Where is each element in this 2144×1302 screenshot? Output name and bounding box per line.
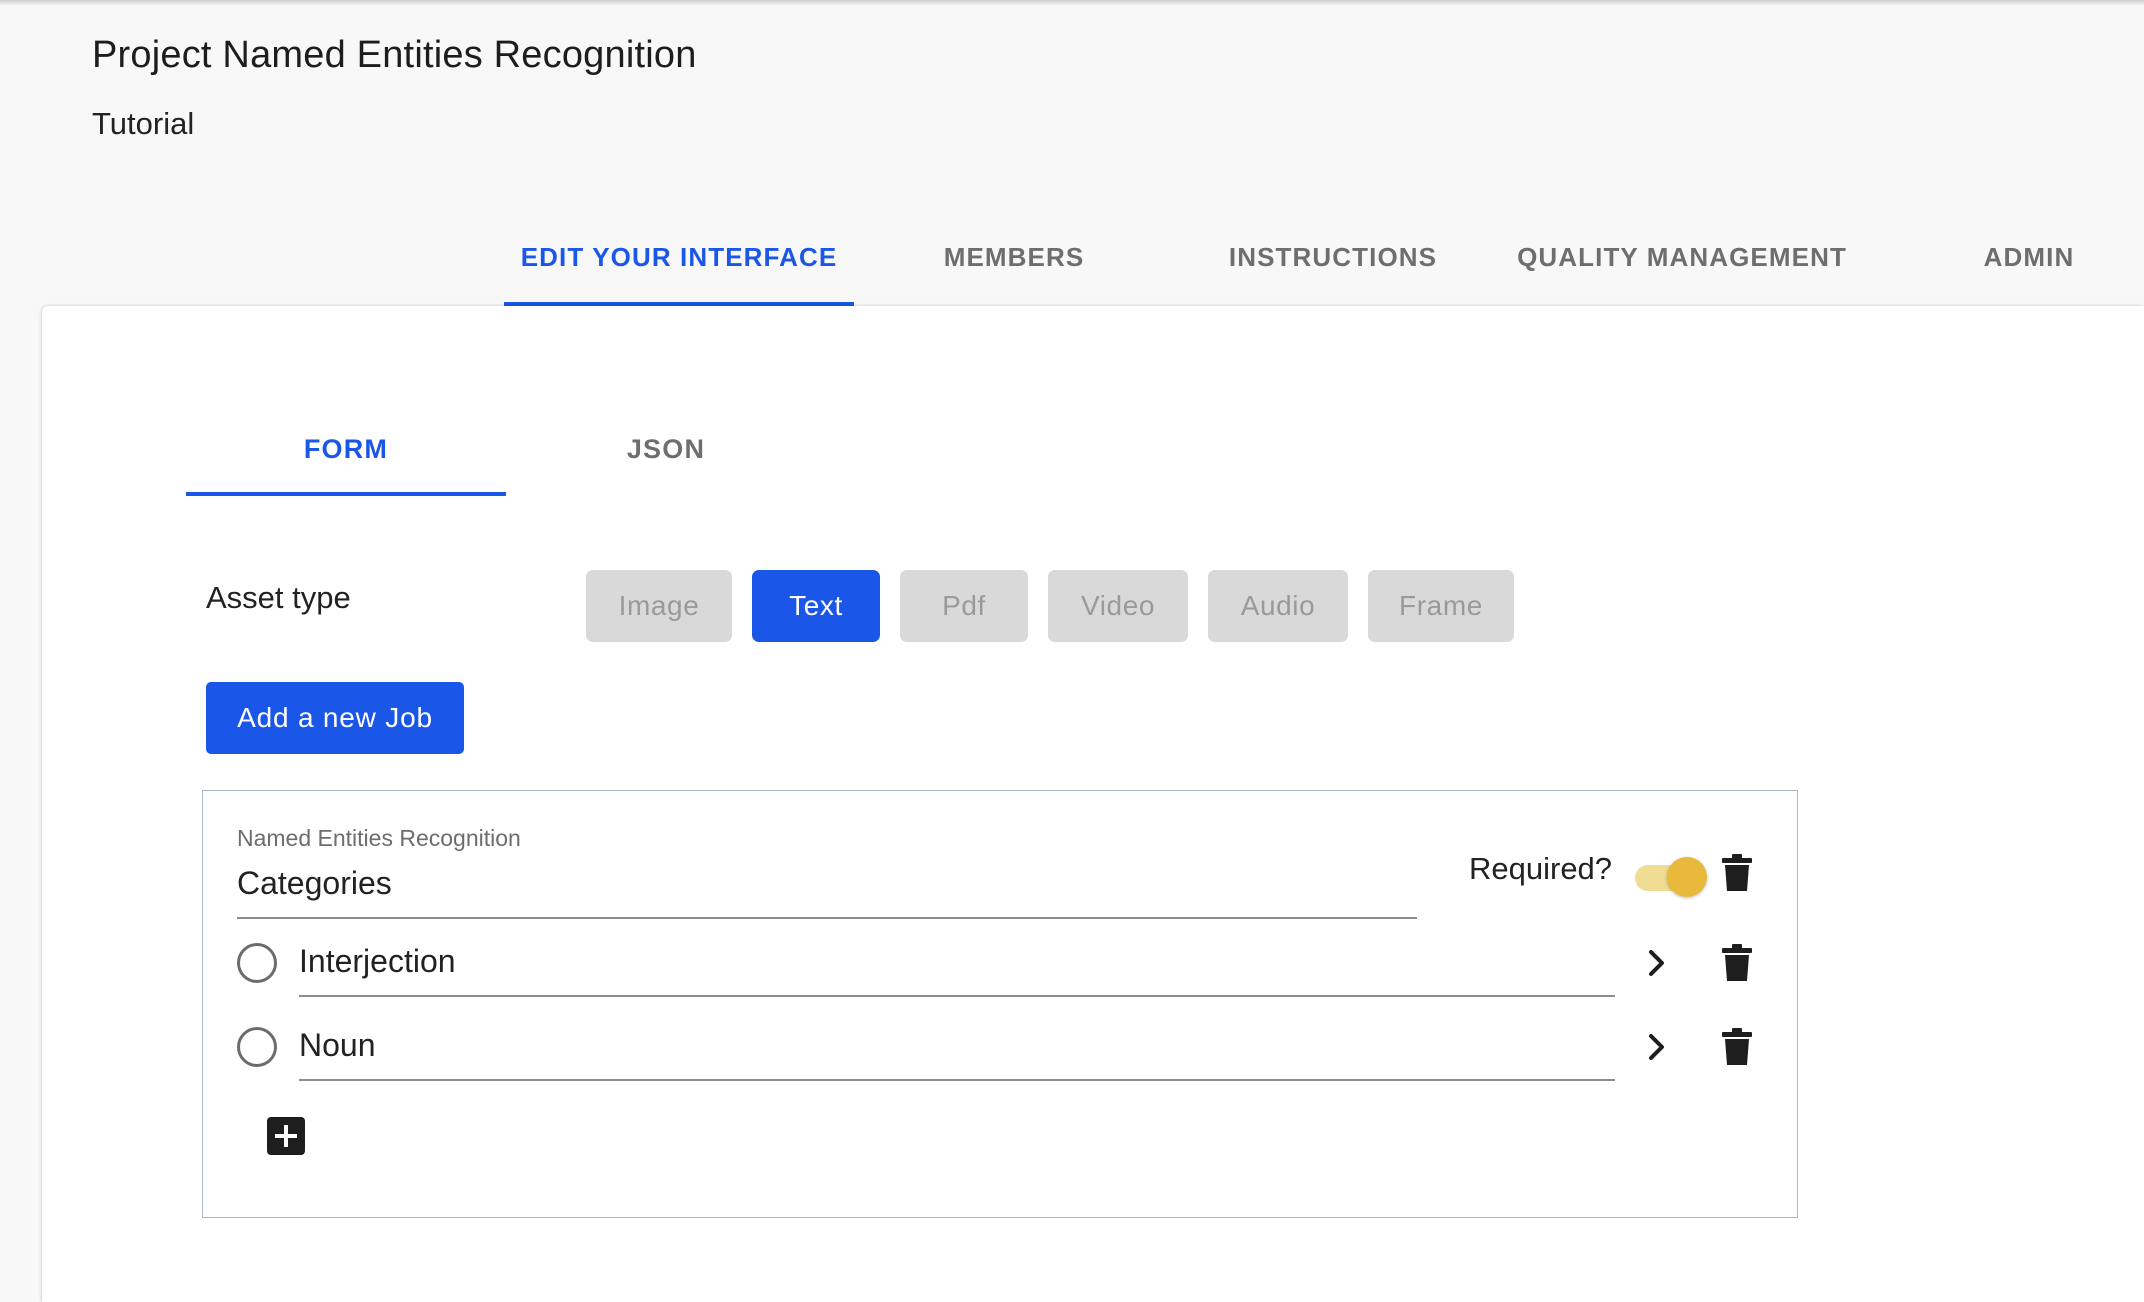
tab-quality-management[interactable]: QUALITY MANAGEMENT: [1500, 228, 1864, 306]
trash-icon: [1722, 944, 1752, 981]
main-tabs: EDIT YOUR INTERFACE MEMBERS INSTRUCTIONS…: [0, 228, 2144, 306]
plus-square-icon: [267, 1117, 305, 1155]
chevron-right-icon: [1649, 1034, 1664, 1060]
radio-unchecked-icon[interactable]: [237, 943, 277, 983]
add-category-button[interactable]: [267, 1117, 305, 1155]
asset-type-text-button[interactable]: Text: [752, 570, 880, 642]
asset-type-label: Asset type: [206, 580, 351, 615]
category-row: Noun: [237, 1015, 1767, 1081]
category-underline: [299, 1079, 1615, 1081]
category-label[interactable]: Noun: [299, 1027, 376, 1064]
tab-admin[interactable]: ADMIN: [1940, 228, 2118, 306]
chevron-right-icon: [1649, 950, 1664, 976]
interface-editor-card: FORM JSON Asset type Image Text Pdf Vide…: [42, 306, 2144, 1302]
asset-type-pdf-button[interactable]: Pdf: [900, 570, 1028, 642]
tab-json[interactable]: JSON: [506, 412, 826, 496]
asset-type-audio-button[interactable]: Audio: [1208, 570, 1348, 642]
job-title-underline: [237, 917, 1417, 919]
expand-category-button[interactable]: [1637, 941, 1677, 985]
category-row: Interjection: [237, 931, 1767, 997]
radio-unchecked-icon[interactable]: [237, 1027, 277, 1067]
page-subtitle: Tutorial: [92, 106, 195, 141]
required-toggle[interactable]: [1633, 857, 1707, 897]
asset-type-frame-button[interactable]: Frame: [1368, 570, 1514, 642]
delete-job-button[interactable]: [1717, 851, 1757, 895]
tab-form[interactable]: FORM: [186, 412, 506, 496]
toggle-thumb: [1667, 857, 1707, 897]
trash-icon: [1722, 1028, 1752, 1065]
required-label: Required?: [1469, 851, 1613, 886]
category-underline: [299, 995, 1615, 997]
category-label[interactable]: Interjection: [299, 943, 456, 980]
job-title-field[interactable]: Categories: [237, 865, 392, 902]
trash-icon: [1722, 854, 1752, 891]
page-title: Project Named Entities Recognition: [92, 34, 697, 76]
tab-instructions[interactable]: INSTRUCTIONS: [1210, 228, 1456, 306]
job-name-caption: Named Entities Recognition: [237, 825, 521, 851]
top-shadow: [0, 0, 2144, 6]
delete-category-button[interactable]: [1717, 941, 1757, 985]
asset-type-image-button[interactable]: Image: [586, 570, 732, 642]
tab-members[interactable]: MEMBERS: [880, 228, 1148, 306]
expand-category-button[interactable]: [1637, 1025, 1677, 1069]
job-panel: Named Entities Recognition Categories Re…: [202, 790, 1798, 1218]
tab-edit-your-interface[interactable]: EDIT YOUR INTERFACE: [504, 228, 854, 306]
add-job-button[interactable]: Add a new Job: [206, 682, 464, 754]
delete-category-button[interactable]: [1717, 1025, 1757, 1069]
asset-type-video-button[interactable]: Video: [1048, 570, 1188, 642]
